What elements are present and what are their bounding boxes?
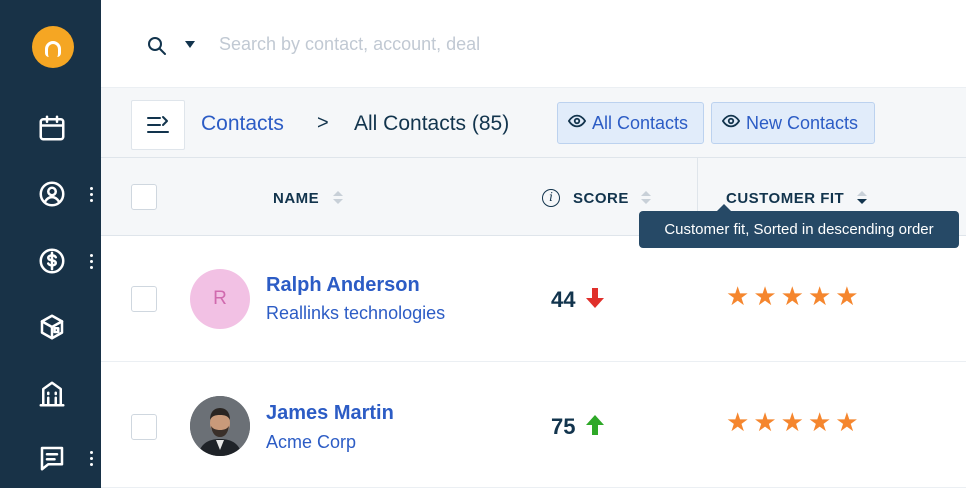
contacts-more-icon[interactable] (86, 182, 96, 206)
info-icon[interactable]: i (542, 189, 560, 207)
toggle-sidebar-button[interactable] (131, 100, 185, 150)
list-toggle-icon (147, 116, 169, 133)
accounts-building-icon[interactable] (36, 378, 68, 410)
deals-more-icon[interactable] (86, 249, 96, 273)
avatar-photo-icon (190, 396, 250, 456)
calendar-icon[interactable] (36, 112, 68, 144)
column-header-name[interactable]: NAME (273, 190, 319, 207)
sort-desc-icon[interactable] (857, 191, 867, 205)
conversations-chat-icon[interactable] (36, 442, 68, 474)
table-row[interactable]: R Ralph Anderson Reallinks technologies … (101, 236, 966, 362)
products-box-icon[interactable] (36, 311, 68, 343)
star-icon: ★ (753, 407, 777, 437)
all-contacts-view-label: All Contacts (592, 112, 689, 133)
avatar (190, 396, 250, 456)
column-header-score[interactable]: SCORE (573, 190, 629, 207)
contact-score: 75 (551, 414, 576, 439)
new-contacts-view-label: New Contacts (746, 112, 859, 133)
breadcrumb-contacts-link[interactable]: Contacts (201, 112, 284, 136)
star-icon: ★ (835, 281, 859, 311)
search-scope-caret-icon[interactable] (185, 41, 195, 48)
all-contacts-view-button[interactable]: All Contacts (557, 102, 704, 144)
star-icon: ★ (807, 407, 832, 437)
row-checkbox[interactable] (131, 286, 157, 312)
customer-fit-rating: ★ ★ ★ ★ ★ (726, 283, 859, 309)
table-row[interactable]: James Martin Acme Corp 75 ★ ★ ★ ★ ★ (101, 362, 966, 488)
star-icon: ★ (780, 407, 804, 437)
trend-down-arrow-icon (584, 286, 606, 310)
select-all-checkbox[interactable] (131, 184, 157, 210)
eye-icon (721, 114, 741, 133)
sort-icon[interactable] (641, 191, 651, 205)
contact-name-link[interactable]: Ralph Anderson (266, 274, 420, 297)
breadcrumb-separator: > (317, 112, 329, 134)
star-icon: ★ (726, 281, 750, 311)
star-icon: ★ (835, 407, 859, 437)
search-input[interactable] (219, 28, 719, 60)
contacts-icon[interactable] (36, 178, 68, 210)
eye-icon (567, 114, 587, 133)
breadcrumb-current: All Contacts (85) (354, 112, 510, 135)
list-toolbar: Contacts > All Contacts (85) All Contact… (101, 88, 966, 158)
contact-score: 44 (551, 287, 576, 312)
brand-logo[interactable] (32, 26, 74, 68)
new-contacts-view-button[interactable]: New Contacts (711, 102, 875, 144)
contact-account-link[interactable]: Acme Corp (266, 432, 356, 453)
trend-up-arrow-icon (584, 413, 606, 437)
avatar-initial: R (213, 288, 227, 309)
search-bar (101, 0, 966, 88)
column-header-customer-fit[interactable]: CUSTOMER FIT (726, 190, 844, 207)
sidebar (0, 0, 101, 488)
deals-dollar-icon[interactable] (36, 245, 68, 277)
sort-tooltip: Customer fit, Sorted in descending order (639, 204, 959, 248)
avatar: R (190, 269, 250, 329)
star-icon: ★ (807, 281, 832, 311)
contact-name-link[interactable]: James Martin (266, 402, 394, 425)
star-icon: ★ (780, 281, 804, 311)
star-icon: ★ (753, 281, 777, 311)
contact-account-link[interactable]: Reallinks technologies (266, 303, 445, 324)
row-checkbox[interactable] (131, 414, 157, 440)
sort-icon[interactable] (333, 191, 343, 205)
customer-fit-rating: ★ ★ ★ ★ ★ (726, 409, 859, 435)
star-icon: ★ (726, 407, 750, 437)
conversations-more-icon[interactable] (86, 446, 96, 470)
search-icon[interactable] (147, 36, 167, 56)
